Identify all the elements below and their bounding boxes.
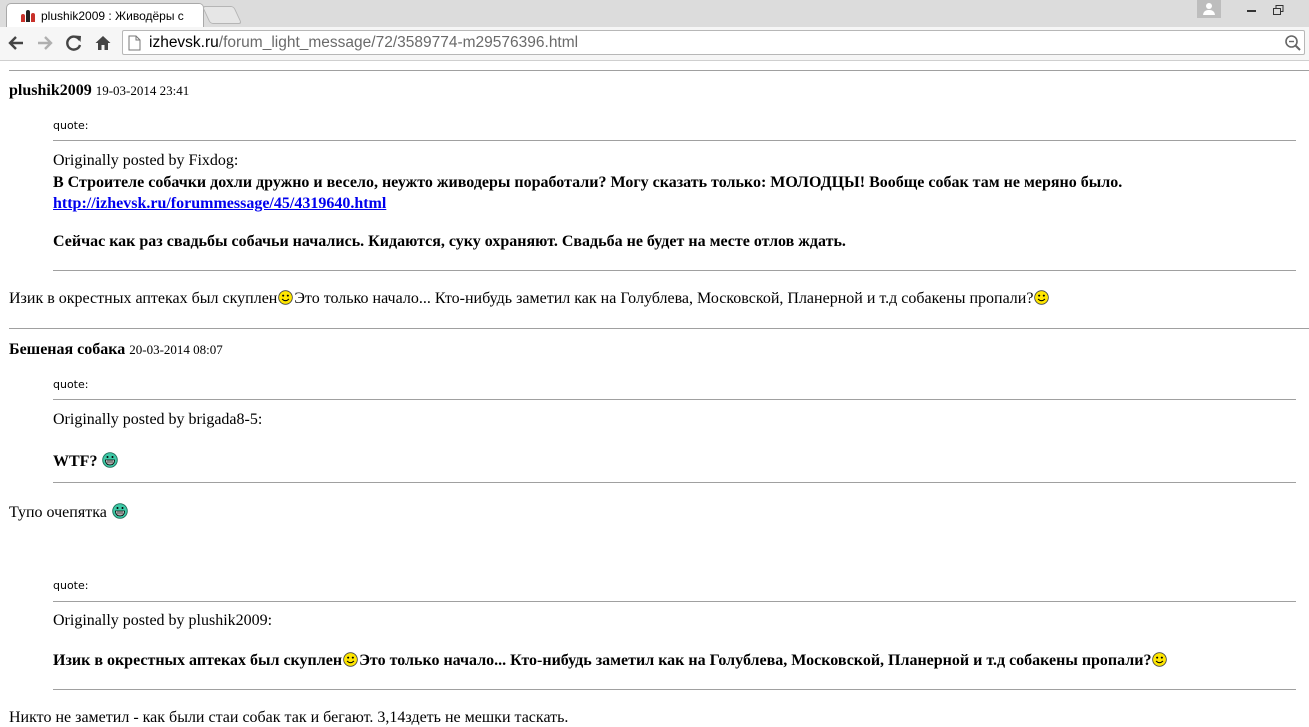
post-date: 20-03-2014 08:07 xyxy=(129,342,223,357)
url-text[interactable]: izhevsk.ru/forum_light_message/72/358977… xyxy=(149,34,578,52)
minimize-icon[interactable] xyxy=(1239,0,1265,20)
post-author[interactable]: plushik2009 19-03-2014 23:41 xyxy=(9,82,189,100)
browser-toolbar: izhevsk.ru/forum_light_message/72/358977… xyxy=(0,27,1309,61)
quote-text: В Строителе собачки дохли дружно и весел… xyxy=(53,174,1123,191)
post-separator xyxy=(9,328,1309,329)
new-tab-button[interactable] xyxy=(201,6,243,24)
tab-title: plushik2009 : Живодёры с xyxy=(41,8,184,23)
post-date: 19-03-2014 23:41 xyxy=(95,83,190,98)
post-separator xyxy=(9,70,1309,71)
home-icon[interactable] xyxy=(91,31,115,55)
post-body: Изик в окрестных аптеках был скуплен Это … xyxy=(9,290,1050,308)
quote-origin: Originally posted by plushik2009: xyxy=(53,612,273,629)
post-body: Тупо очепятка xyxy=(9,503,129,522)
quote-link[interactable]: http://izhevsk.ru/forummessage/45/431964… xyxy=(53,195,386,212)
quote-bottom-rule xyxy=(53,689,1296,690)
quote-top-rule xyxy=(53,601,1296,602)
browser-tab-active[interactable]: plushik2009 : Живодёры с xyxy=(6,3,204,27)
zoom-icon[interactable] xyxy=(1284,34,1302,57)
quote-text: Изик в окрестных аптеках был скуплен Это … xyxy=(53,652,1168,670)
page-icon xyxy=(128,35,141,56)
quote-origin: Originally posted by brigada8-5: xyxy=(53,411,263,428)
quote-top-rule xyxy=(53,140,1296,141)
back-arrow-icon[interactable] xyxy=(4,31,28,55)
smiley-icon xyxy=(1152,652,1168,667)
quote-bottom-rule xyxy=(53,270,1296,271)
quote-top-rule xyxy=(53,399,1296,400)
site-favicon-icon xyxy=(21,9,37,22)
reload-icon[interactable] xyxy=(62,31,86,55)
restore-icon[interactable] xyxy=(1265,0,1291,20)
profile-icon[interactable] xyxy=(1197,0,1221,18)
grin-icon xyxy=(112,503,128,519)
smiley-icon xyxy=(343,652,358,667)
quote-label: quote: xyxy=(53,119,89,132)
forum-thread: plushik2009 19-03-2014 23:41 quote: Orig… xyxy=(0,61,1309,727)
quote-text: WTF? xyxy=(53,452,119,471)
quote-origin: Originally posted by Fixdog: xyxy=(53,152,239,169)
address-bar[interactable]: izhevsk.ru/forum_light_message/72/358977… xyxy=(122,30,1305,55)
tab-strip: plushik2009 : Живодёры с xyxy=(0,0,1309,27)
smiley-icon xyxy=(278,290,294,305)
grin-icon xyxy=(102,452,119,468)
quote-label: quote: xyxy=(53,579,89,592)
post-author[interactable]: Бешеная собака 20-03-2014 08:07 xyxy=(9,341,223,359)
quote-bottom-rule xyxy=(53,482,1296,483)
forward-arrow-icon[interactable] xyxy=(33,31,57,55)
smiley-icon xyxy=(1034,290,1050,305)
quote-label: quote: xyxy=(53,378,89,391)
post-body: Никто не заметил - как были стаи собак т… xyxy=(9,709,569,726)
quote-text: Сейчас как раз свадьбы собачьи начались.… xyxy=(53,233,846,250)
